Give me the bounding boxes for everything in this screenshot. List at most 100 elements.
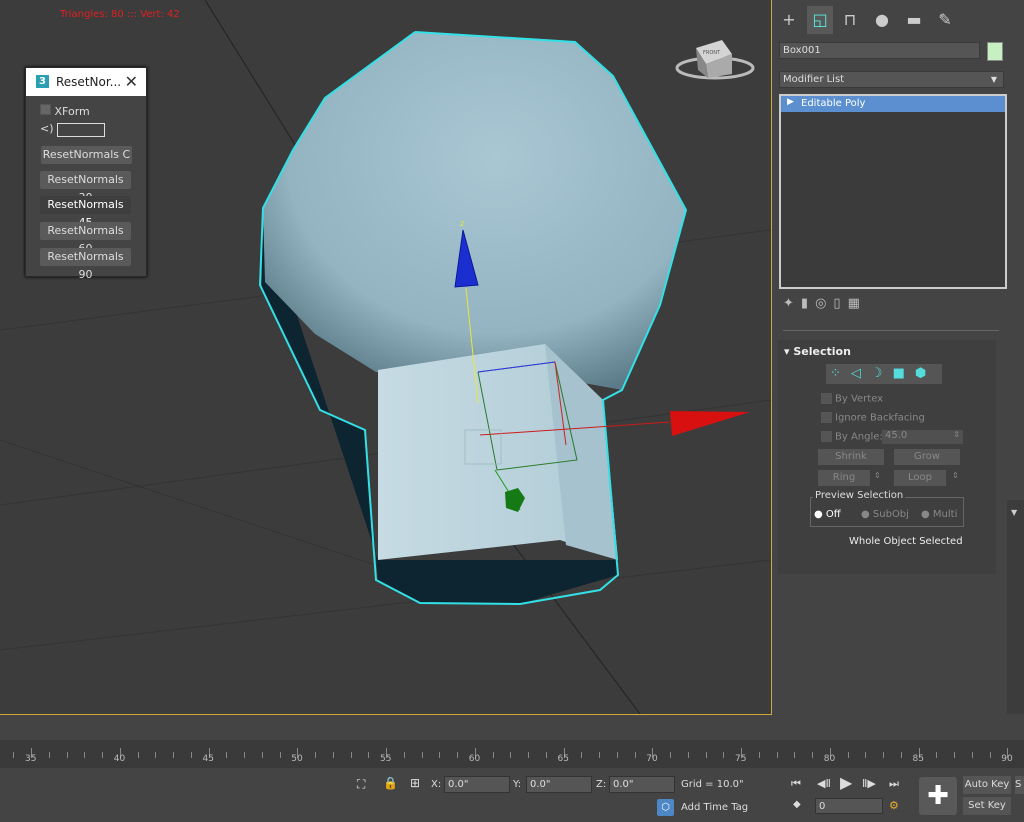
timeline-tick: [155, 752, 157, 758]
utilities-tab-icon[interactable]: ✎: [932, 6, 958, 34]
close-icon[interactable]: ✕: [125, 72, 138, 91]
by-angle-option[interactable]: By Angle:: [821, 431, 883, 443]
y-value: 0.0": [530, 779, 551, 790]
reset-normals-30-button[interactable]: ResetNormals 30: [40, 171, 131, 204]
timeline-label: 90: [1001, 754, 1013, 764]
hierarchy-tab-icon[interactable]: ⊓: [837, 6, 863, 34]
by-angle-spinner[interactable]: 45.0 ⇕: [882, 430, 963, 444]
next-frame-icon[interactable]: Ⅱ▶: [862, 777, 876, 790]
timeline-tick: [545, 752, 547, 758]
modifier-list-label: Modifier List: [783, 74, 845, 85]
y-label: Y:: [513, 779, 522, 790]
preview-off-radio[interactable]: ● Off: [814, 509, 841, 520]
timeline-tick: [66, 752, 68, 758]
rollout-header[interactable]: ▾ Selection: [784, 345, 851, 358]
add-time-tag[interactable]: Add Time Tag: [681, 802, 748, 813]
pin-stack-icon[interactable]: ✦: [783, 296, 801, 311]
timeline-tick: [48, 752, 50, 758]
angle-input[interactable]: [57, 123, 105, 137]
previous-frame-icon[interactable]: ◀Ⅱ: [817, 777, 831, 790]
timeline-tick: [865, 752, 867, 758]
grow-button[interactable]: Grow: [894, 449, 960, 465]
stack-item-editable-poly[interactable]: ▶ Editable Poly: [781, 96, 1005, 112]
ignore-backfacing-option[interactable]: Ignore Backfacing: [821, 412, 925, 424]
vertex-level-icon[interactable]: ⁘: [830, 366, 851, 381]
configure-sets-icon[interactable]: ▦: [848, 296, 867, 311]
timeline-label: 50: [291, 754, 303, 764]
timeline-tick: [226, 752, 228, 758]
make-unique-icon[interactable]: ◎: [815, 296, 833, 311]
ring-button[interactable]: Ring: [818, 470, 870, 486]
by-vertex-option[interactable]: By Vertex: [821, 393, 883, 405]
ring-spinner-icon[interactable]: ⇕: [874, 471, 881, 480]
modifier-stack[interactable]: ▶ Editable Poly: [779, 94, 1007, 289]
time-tag-icon[interactable]: ⬡: [657, 799, 674, 816]
chevron-down-icon: ▼: [990, 75, 997, 84]
y-coordinate-field[interactable]: 0.0": [526, 776, 592, 793]
motion-tab-icon[interactable]: ●: [869, 6, 895, 34]
timeline-tick: [705, 752, 707, 758]
isolate-selection-icon[interactable]: ⛶: [357, 777, 365, 792]
play-icon[interactable]: ▶: [840, 773, 852, 792]
x-coordinate-field[interactable]: 0.0": [444, 776, 510, 793]
xform-checkbox-row[interactable]: XForm: [40, 104, 90, 118]
auto-key-button[interactable]: Auto Key: [963, 776, 1011, 794]
timeline-tick: [439, 752, 441, 758]
x-value: 0.0": [448, 779, 469, 790]
reset-normals-60-button[interactable]: ResetNormals 60: [40, 222, 131, 255]
show-end-result-icon[interactable]: ▮: [801, 296, 815, 311]
shrink-button[interactable]: Shrink: [818, 449, 884, 465]
xform-checkbox[interactable]: [40, 104, 51, 115]
go-to-end-icon[interactable]: ⏭: [889, 777, 899, 791]
edge-level-icon[interactable]: ◁: [851, 366, 871, 381]
object-color-swatch[interactable]: [987, 42, 1003, 61]
loop-spinner-icon[interactable]: ⇕: [952, 471, 959, 480]
selected-filter-button[interactable]: S: [1015, 776, 1024, 794]
timeline-tick: [13, 752, 15, 758]
timeline-tick: [261, 752, 263, 758]
stack-toolbar[interactable]: ✦▮◎▯▦: [783, 296, 867, 311]
polygon-level-icon[interactable]: ■: [893, 366, 915, 381]
by-vertex-label: By Vertex: [835, 393, 884, 405]
max-logo-icon: 3: [36, 75, 49, 88]
create-tab-icon[interactable]: +: [776, 6, 802, 34]
panel-scrollbar[interactable]: ▼: [1007, 500, 1024, 714]
border-level-icon[interactable]: ☽: [871, 366, 893, 381]
timeline-tick: [634, 752, 636, 758]
timeline-tick: [350, 752, 352, 758]
loop-button[interactable]: Loop: [894, 470, 946, 486]
dialog-titlebar[interactable]: 3 ResetNor... ✕: [26, 68, 146, 96]
timeline-tick: [173, 752, 174, 758]
preview-multi-radio[interactable]: ● Multi: [921, 509, 957, 520]
display-tab-icon[interactable]: ▬: [901, 6, 927, 34]
reset-normals-c-button[interactable]: ResetNormals C: [41, 146, 132, 164]
current-frame-field[interactable]: 0: [815, 798, 883, 814]
timeline-tick: [457, 752, 458, 758]
angle-row: <): [40, 122, 105, 137]
time-spinner-icon[interactable]: ◆: [793, 799, 801, 810]
preview-subobj-radio[interactable]: ● SubObj: [861, 509, 909, 520]
reset-normals-dialog[interactable]: 3 ResetNor... ✕ XForm <) ResetNormals C …: [25, 67, 147, 281]
modifier-list-dropdown[interactable]: Modifier List ▼: [779, 71, 1004, 88]
time-configuration-icon[interactable]: ⚙: [889, 799, 899, 812]
scroll-down-icon[interactable]: ▼: [1011, 508, 1017, 517]
set-key-big-icon[interactable]: ✚: [919, 777, 957, 815]
track-bar[interactable]: 35 40 45 50 55 60 65 70 75 80 85 90: [0, 740, 1024, 768]
reset-normals-90-button[interactable]: ResetNormals 90: [40, 248, 131, 281]
spinner-arrows-icon[interactable]: ⇕: [953, 430, 960, 439]
absolute-mode-icon[interactable]: ⊞: [410, 776, 420, 790]
remove-modifier-icon[interactable]: ▯: [833, 296, 847, 311]
object-name-field[interactable]: Box001: [779, 42, 980, 59]
z-coordinate-field[interactable]: 0.0": [609, 776, 675, 793]
timeline-tick: [776, 752, 778, 758]
timeline-label: 45: [202, 754, 214, 764]
collapse-arrow-icon[interactable]: ▾: [784, 345, 790, 358]
reset-normals-45-button[interactable]: ResetNormals 45: [40, 196, 131, 229]
set-key-button[interactable]: Set Key: [963, 797, 1011, 815]
subobject-levels[interactable]: ⁘◁☽■⬢: [826, 364, 942, 384]
expand-arrow-icon[interactable]: ▶: [787, 97, 794, 107]
modify-tab-icon[interactable]: ◱: [807, 6, 833, 34]
go-to-start-icon[interactable]: ⏮: [791, 777, 801, 791]
element-level-icon[interactable]: ⬢: [915, 366, 936, 381]
lock-selection-icon[interactable]: 🔒: [383, 776, 398, 790]
